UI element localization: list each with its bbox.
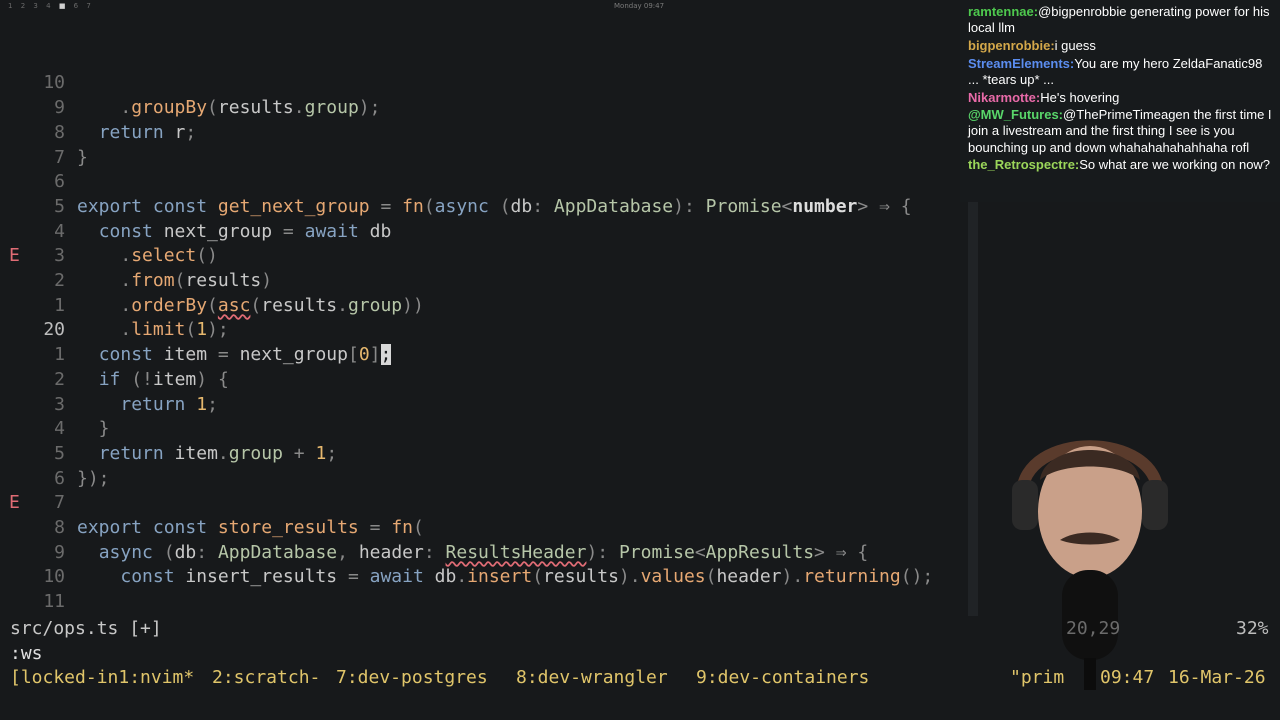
code-line: 1 .limit(1); <box>0 244 968 341</box>
code-line: 9 return r; <box>0 47 968 143</box>
microphone-icon <box>1062 570 1118 660</box>
chat-text: i guess <box>1054 37 1096 53</box>
chat-message: ramtennae:@bigpenrobbie generating power… <box>968 4 1272 36</box>
tmux-time: 09:47 <box>1100 667 1155 688</box>
code-line: 2 return 1; <box>0 318 968 415</box>
tmux-window-8[interactable]: 8:dev-wrangler <box>516 666 668 690</box>
code-line-current: 20 const item = next_group[0]; <box>0 269 968 366</box>
stream-chat-overlay: ramtennae:@bigpenrobbie generating power… <box>960 0 1280 202</box>
chat-message: StreamElements:You are my hero ZeldaFana… <box>968 56 1272 88</box>
code-line: 4 return item.group + 1; <box>0 368 968 464</box>
code-line: 3 } <box>0 343 968 440</box>
scroll-percent: 32% <box>1236 618 1269 639</box>
code-line: 1 if (!item) { <box>0 294 968 390</box>
code-line: E 8 async (db: AppDatabase, header: Resu… <box>0 467 968 562</box>
workspace-2[interactable]: 2 <box>21 2 26 10</box>
chat-message: bigpenrobbie:i guess <box>968 38 1272 54</box>
chat-text: He's hovering <box>1040 89 1120 105</box>
window-divider <box>968 200 978 616</box>
code-line: 6 export const get_next_group = fn(async… <box>0 121 968 217</box>
status-filename: src/ops.ts [+] <box>10 618 162 639</box>
chat-text: So what are we working on now? <box>1079 157 1271 173</box>
workspace-4[interactable]: 4 <box>46 2 51 10</box>
code-line: 7 <box>0 96 968 168</box>
diagnostic-sign: E <box>9 615 23 617</box>
workspace-active-indicator[interactable]: ■ <box>59 2 67 10</box>
system-clock: Monday 09:47 <box>614 2 665 10</box>
code-line: 10 <box>0 516 968 587</box>
code-line: 5 const next_group = await db <box>0 146 968 242</box>
tmux-window-1[interactable]: [locked-in1:nvim* <box>10 666 194 690</box>
command-line[interactable]: :ws <box>10 642 43 666</box>
chat-username: @MW_Futures: <box>968 107 1064 123</box>
chat-message: @MW_Futures:@ThePrimeTimeagen the first … <box>968 107 1272 156</box>
workspace-3[interactable]: 3 <box>33 2 38 10</box>
tmux-window-2[interactable]: 2:scratch- <box>212 666 320 690</box>
chat-username: Nikarmotte: <box>968 89 1041 105</box>
tmux-status-bar: [locked-in1:nvim* 2:scratch- 7:dev-postg… <box>0 666 1280 690</box>
chat-username: the_Retrospectre: <box>968 157 1080 173</box>
code-line: 3 .from(results) <box>0 195 968 291</box>
code-line: E 13 throw new StoreResultsInsertEmptyEr… <box>0 590 968 617</box>
code-text: const inserted = insert_results[0]; <box>77 615 499 617</box>
code-line: 9 const insert_results = await db.insert… <box>0 491 968 588</box>
code-editor[interactable]: 10 .groupBy(results.group); 9 return r; … <box>0 22 968 616</box>
code-line: 4 .select() <box>0 170 968 267</box>
tmux-date: 16-Mar-26 <box>1168 667 1266 688</box>
code-line: 8 } <box>0 71 968 168</box>
chat-username: ramtennae: <box>968 4 1039 19</box>
workspace-6[interactable]: 6 <box>74 2 79 10</box>
code-line: 12 if (!inserted) { <box>0 565 968 617</box>
code-line: 6 <box>0 417 968 489</box>
tmux-window-7[interactable]: 7:dev-postgres <box>336 666 488 690</box>
code-line: E 2 .orderBy(asc(results.group)) <box>0 220 968 315</box>
chat-username: bigpenrobbie: <box>968 37 1055 53</box>
workspace-list: 1 2 3 4 ■ 6 7 <box>8 2 96 10</box>
code-line: 11 const inserted = insert_results[0]; <box>0 541 968 616</box>
chat-username: StreamElements: <box>968 55 1075 71</box>
workspace-1[interactable]: 1 <box>8 2 13 10</box>
chat-message: Nikarmotte:He's hovering <box>968 90 1272 106</box>
code-line: 5 }); <box>0 393 968 489</box>
code-line: 10 .groupBy(results.group); <box>0 22 968 118</box>
workspace-7[interactable]: 7 <box>86 2 91 10</box>
code-line: 7 export const store_results = fn( <box>0 442 968 538</box>
chat-message: the_Retrospectre:So what are we working … <box>968 157 1272 173</box>
webcam-feed <box>1012 440 1168 690</box>
statusline: src/ops.ts [+] 20,29 32% <box>0 617 1280 641</box>
tmux-session-name: "prim <box>1010 667 1065 688</box>
cursor-position: 20,29 <box>1066 618 1121 639</box>
tmux-window-9[interactable]: 9:dev-containers <box>696 666 869 690</box>
